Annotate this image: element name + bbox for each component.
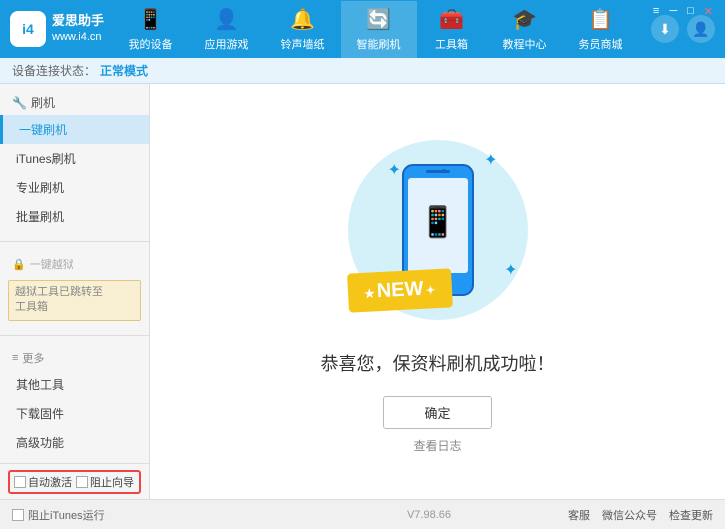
- device-icon: 📱: [138, 7, 163, 32]
- tab-ringtones[interactable]: 🔔 铃声墙纸: [265, 1, 341, 58]
- tab-toolbox[interactable]: 🧰 工具箱: [417, 1, 487, 58]
- brand-name: 爱思助手: [52, 13, 104, 30]
- tab-smart-flash[interactable]: 🔄 智能刷机: [341, 1, 417, 58]
- bottom-bar: 阻止iTunes运行 V7.98.66 客服 微信公众号 检查更新: [0, 499, 725, 529]
- content-area: ✦ ✦ ✦ 📱 NEW 恭喜您，保资料刷机成功: [150, 84, 725, 499]
- tab-my-device[interactable]: 📱 我的设备: [113, 1, 189, 58]
- sidebar-item-one-key-flash[interactable]: 一键刷机: [0, 115, 149, 144]
- logo-icon: i4: [10, 11, 46, 47]
- sidebar-section-jailbreak: 🔒 一键越狱 越狱工具已跳转至工具箱: [0, 246, 149, 331]
- check-update-link[interactable]: 检查更新: [669, 507, 713, 523]
- sidebar-section-flash: 🔧 刷机 一键刷机 iTunes刷机 专业刷机 批量刷机: [0, 84, 149, 237]
- top-nav: i4 爱思助手 www.i4.cn 📱 我的设备 👤 应用游戏 🔔 铃声墙纸 🔄: [0, 0, 725, 58]
- sidebar-item-pro-flash[interactable]: 专业刷机: [0, 173, 149, 202]
- bottom-center: V7.98.66: [290, 509, 568, 521]
- download-btn[interactable]: ⬇: [651, 15, 679, 43]
- sidebar-item-advanced[interactable]: 高级功能: [0, 428, 149, 457]
- view-log-link[interactable]: 查看日志: [413, 437, 461, 454]
- no-prompt-option[interactable]: 阻止向导: [76, 474, 134, 490]
- tutorial-icon: 🎓: [512, 7, 537, 32]
- divider-1: [0, 241, 149, 242]
- sparkle-3: ✦: [504, 260, 517, 280]
- status-bar: 设备连接状态： 正常模式: [0, 58, 725, 84]
- tab-apps-games[interactable]: 👤 应用游戏: [189, 1, 265, 58]
- sidebar-item-batch-flash[interactable]: 批量刷机: [0, 202, 149, 231]
- account-btn[interactable]: 👤: [687, 15, 715, 43]
- ringtone-icon: 🔔: [290, 7, 315, 32]
- bottom-left: 阻止iTunes运行: [12, 507, 290, 523]
- sidebar-item-download-firmware[interactable]: 下载固件: [0, 399, 149, 428]
- sidebar-header-flash: 🔧 刷机: [0, 90, 149, 115]
- sidebar: 🔧 刷机 一键刷机 iTunes刷机 专业刷机 批量刷机: [0, 84, 150, 499]
- sidebar-jailbreak-header: 🔒 一键越狱: [0, 252, 149, 276]
- minimize-btn[interactable]: ─: [665, 4, 681, 19]
- settings-btn[interactable]: ≡: [649, 4, 663, 19]
- new-badge: NEW: [347, 268, 452, 312]
- maximize-btn[interactable]: □: [683, 4, 698, 19]
- device-section: 自动激活 阻止向导 📱 iPhone 15 Pro Max 512GB iPho…: [0, 463, 149, 499]
- top-right-controls: ⬇ 👤: [651, 15, 715, 43]
- flash-icon: 🔄: [366, 7, 391, 32]
- auto-options: 自动激活 阻止向导: [8, 470, 141, 494]
- bottom-right: 客服 微信公众号 检查更新: [568, 507, 713, 523]
- phone-illustration: ✦ ✦ ✦ 📱 NEW: [338, 130, 538, 330]
- itunes-label: 阻止iTunes运行: [28, 507, 105, 523]
- confirm-button[interactable]: 确定: [383, 396, 491, 429]
- sidebar-item-other-tools[interactable]: 其他工具: [0, 370, 149, 399]
- status-value: 正常模式: [100, 62, 148, 79]
- divider-2: [0, 335, 149, 336]
- app-logo: i4 爱思助手 www.i4.cn: [10, 11, 110, 47]
- success-message: 恭喜您，保资料刷机成功啦！: [321, 350, 555, 376]
- customer-service-link[interactable]: 客服: [568, 507, 590, 523]
- tab-tutorial[interactable]: 🎓 教程中心: [487, 1, 563, 58]
- auto-activate-checkbox[interactable]: [14, 476, 26, 488]
- wechat-link[interactable]: 微信公众号: [602, 507, 657, 523]
- auto-activate-option[interactable]: 自动激活: [14, 474, 72, 490]
- no-prompt-checkbox[interactable]: [76, 476, 88, 488]
- toolbox-icon: 🧰: [439, 7, 464, 32]
- close-btn[interactable]: ✕: [700, 4, 717, 19]
- sidebar-item-itunes-flash[interactable]: iTunes刷机: [0, 144, 149, 173]
- status-prefix: 设备连接状态：: [12, 62, 96, 79]
- main-layout: 🔧 刷机 一键刷机 iTunes刷机 专业刷机 批量刷机: [0, 84, 725, 499]
- svg-text:📱: 📱: [419, 204, 456, 239]
- nav-tabs: 📱 我的设备 👤 应用游戏 🔔 铃声墙纸 🔄 智能刷机 🧰 工具箱 🎓: [110, 1, 641, 58]
- jailbreak-note: 越狱工具已跳转至工具箱: [8, 280, 141, 321]
- sidebar-more-header: ≡ 更多: [0, 346, 149, 370]
- sidebar-section-more: ≡ 更多 其他工具 下载固件 高级功能: [0, 340, 149, 463]
- apps-icon: 👤: [214, 7, 239, 32]
- version: V7.98.66: [407, 509, 451, 521]
- website: www.i4.cn: [52, 30, 104, 44]
- sparkle-2: ✦: [484, 150, 497, 170]
- itunes-checkbox[interactable]: [12, 509, 24, 521]
- tab-service[interactable]: 📋 务员商城: [563, 1, 639, 58]
- service-icon: 📋: [588, 7, 613, 32]
